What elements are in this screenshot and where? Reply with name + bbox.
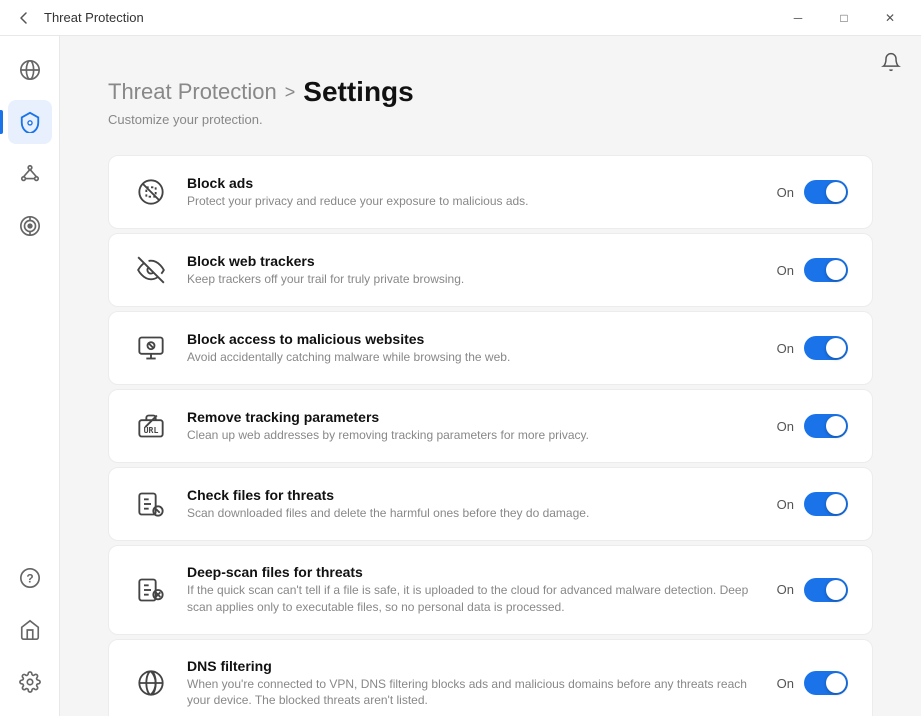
check-files-threats-desc: Scan downloaded files and delete the har… <box>187 505 759 522</box>
block-malicious-websites-desc: Avoid accidentally catching malware whil… <box>187 349 759 366</box>
deep-scan-files-toggle[interactable] <box>804 578 848 602</box>
remove-tracking-params-control: On <box>777 414 848 438</box>
dns-filtering-icon <box>133 665 169 701</box>
block-malicious-websites-label: On <box>777 341 794 356</box>
breadcrumb-arrow: > <box>285 82 296 103</box>
remove-tracking-params-toggle[interactable] <box>804 414 848 438</box>
close-button[interactable]: ✕ <box>867 0 913 36</box>
title-bar: Threat Protection ─ □ ✕ <box>0 0 921 36</box>
sidebar-item-mesh[interactable] <box>8 152 52 196</box>
page-subtitle: Customize your protection. <box>108 112 873 127</box>
app-body: ? Threat Protection <box>0 36 921 716</box>
block-web-trackers-toggle[interactable] <box>804 258 848 282</box>
remove-tracking-params-title: Remove tracking parameters <box>187 409 759 425</box>
content-area: Threat Protection > Settings Customize y… <box>60 36 921 716</box>
setting-card-block-web-trackers: Block web trackers Keep trackers off you… <box>108 233 873 307</box>
block-web-trackers-icon <box>133 252 169 288</box>
sidebar-item-help[interactable]: ? <box>8 556 52 600</box>
block-web-trackers-label: On <box>777 263 794 278</box>
breadcrumb-current: Settings <box>303 76 413 108</box>
block-ads-title: Block ads <box>187 175 759 191</box>
block-ads-label: On <box>777 185 794 200</box>
block-ads-desc: Protect your privacy and reduce your exp… <box>187 193 759 210</box>
block-web-trackers-control: On <box>777 258 848 282</box>
sidebar-item-settings[interactable] <box>8 660 52 704</box>
setting-card-block-ads: Block ads Protect your privacy and reduc… <box>108 155 873 229</box>
sidebar-item-target[interactable] <box>8 204 52 248</box>
sidebar-item-home[interactable] <box>8 608 52 652</box>
dns-filtering-title: DNS filtering <box>187 658 759 674</box>
block-malicious-websites-toggle[interactable] <box>804 336 848 360</box>
deep-scan-files-desc: If the quick scan can't tell if a file i… <box>187 582 759 616</box>
dns-filtering-toggle[interactable] <box>804 671 848 695</box>
sidebar-item-globe[interactable] <box>8 48 52 92</box>
block-malicious-websites-title: Block access to malicious websites <box>187 331 759 347</box>
maximize-button[interactable]: □ <box>821 0 867 36</box>
block-ads-icon <box>133 174 169 210</box>
settings-list: Block ads Protect your privacy and reduc… <box>108 155 873 716</box>
check-files-threats-label: On <box>777 497 794 512</box>
block-malicious-websites-control: On <box>777 336 848 360</box>
remove-tracking-params-desc: Clean up web addresses by removing track… <box>187 427 759 444</box>
block-ads-toggle[interactable] <box>804 180 848 204</box>
check-files-threats-control: On <box>777 492 848 516</box>
deep-scan-files-control: On <box>777 578 848 602</box>
setting-card-check-files-threats: Check files for threats Scan downloaded … <box>108 467 873 541</box>
sidebar: ? <box>0 36 60 716</box>
setting-card-remove-tracking-params: URL Remove tracking parameters Clean up … <box>108 389 873 463</box>
back-button[interactable] <box>12 6 36 30</box>
check-files-threats-toggle[interactable] <box>804 492 848 516</box>
block-web-trackers-title: Block web trackers <box>187 253 759 269</box>
setting-card-block-malicious-websites: Block access to malicious websites Avoid… <box>108 311 873 385</box>
check-files-threats-title: Check files for threats <box>187 487 759 503</box>
notification-bell[interactable] <box>881 52 901 77</box>
remove-tracking-params-label: On <box>777 419 794 434</box>
svg-text:?: ? <box>26 572 33 586</box>
deep-scan-files-title: Deep-scan files for threats <box>187 564 759 580</box>
block-web-trackers-desc: Keep trackers off your trail for truly p… <box>187 271 759 288</box>
dns-filtering-label: On <box>777 676 794 691</box>
breadcrumb-parent: Threat Protection <box>108 79 277 105</box>
setting-card-dns-filtering: DNS filtering When you're connected to V… <box>108 639 873 716</box>
minimize-button[interactable]: ─ <box>775 0 821 36</box>
deep-scan-files-label: On <box>777 582 794 597</box>
breadcrumb: Threat Protection > Settings <box>108 76 873 108</box>
remove-tracking-params-icon: URL <box>133 408 169 444</box>
dns-filtering-desc: When you're connected to VPN, DNS filter… <box>187 676 759 710</box>
dns-filtering-control: On <box>777 671 848 695</box>
deep-scan-files-icon <box>133 572 169 608</box>
setting-card-deep-scan-files: Deep-scan files for threats If the quick… <box>108 545 873 635</box>
block-ads-control: On <box>777 180 848 204</box>
check-files-threats-icon <box>133 486 169 522</box>
title-bar-title: Threat Protection <box>44 10 779 25</box>
sidebar-item-shield[interactable] <box>8 100 52 144</box>
window-controls: ─ □ ✕ <box>779 0 909 36</box>
block-malicious-websites-icon <box>133 330 169 366</box>
